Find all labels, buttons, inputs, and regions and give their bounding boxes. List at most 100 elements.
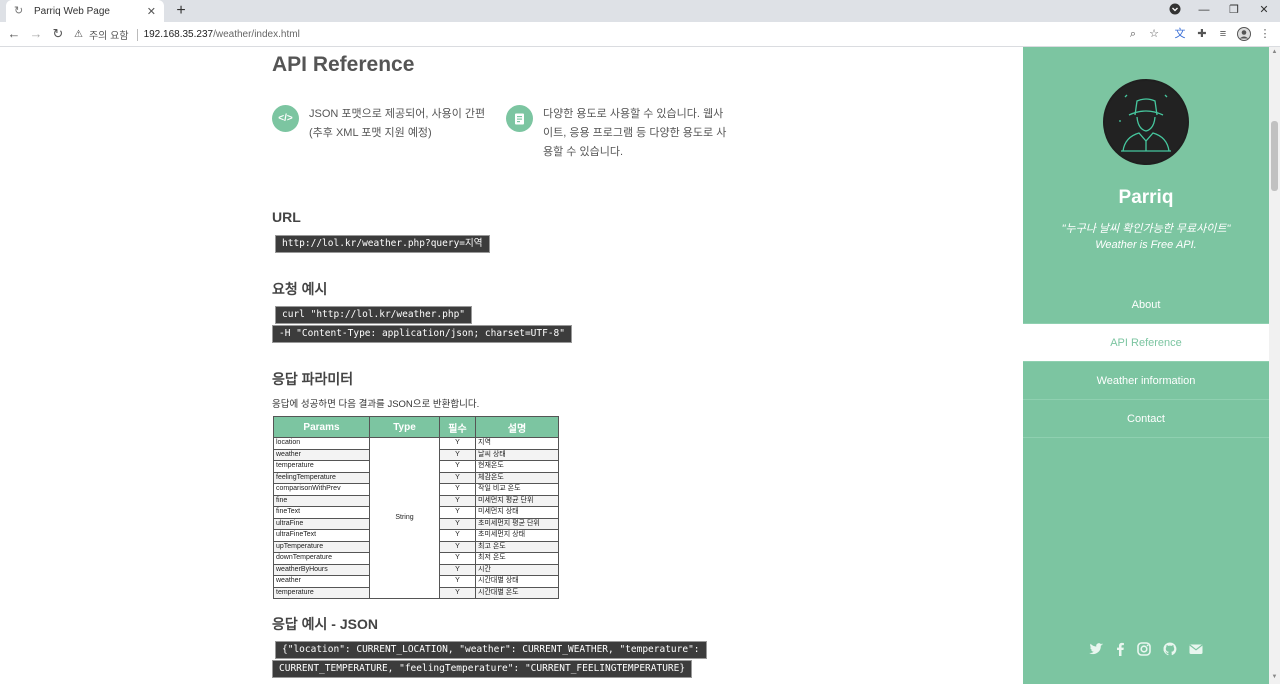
- address-toolbar: ← → ↻ ⚠ 주의 요함 192.168.35.237/weather/ind…: [0, 22, 1280, 47]
- browser-tab-bar: ↻ Parriq Web Page ✕ + — ❐ ✕: [0, 0, 1280, 22]
- minimize-icon[interactable]: —: [1197, 3, 1211, 17]
- param-description-cell: 작일 비교 온도: [475, 483, 559, 496]
- param-name-cell: ultraFine: [273, 517, 370, 530]
- param-required-cell: Y: [439, 575, 476, 588]
- param-name-cell: downTemperature: [273, 552, 370, 565]
- scroll-up-icon[interactable]: ▲: [1271, 49, 1278, 57]
- feature-usage-line1: 다양한 용도로 사용할 수 있습니다. 웹사: [543, 108, 724, 120]
- nav-contact[interactable]: Contact: [1023, 400, 1269, 438]
- param-name-cell: fineText: [273, 506, 370, 519]
- code-icon: </>: [272, 105, 299, 132]
- feature-json-line2: (추후 XML 포맷 지원 예정): [309, 127, 432, 139]
- scrollbar-thumb[interactable]: [1271, 121, 1278, 191]
- param-required-cell: Y: [439, 460, 476, 473]
- zoom-icon[interactable]: ⌕: [1126, 27, 1140, 41]
- browser-menu-icon[interactable]: ⋮: [1258, 27, 1272, 41]
- warning-triangle-icon[interactable]: ⚠: [74, 29, 83, 40]
- page-favicon-icon: ↻: [14, 5, 24, 17]
- params-table: Params Type 필수 설명 location String Y 지역 weath…: [273, 416, 559, 599]
- param-description-cell: 날씨 상태: [475, 448, 559, 461]
- param-required-cell: Y: [439, 552, 476, 565]
- url-bar[interactable]: ⚠ 주의 요함 192.168.35.237/weather/index.htm…: [74, 24, 1164, 45]
- bookmark-star-icon[interactable]: ☆: [1147, 27, 1161, 41]
- facebook-icon[interactable]: [1112, 641, 1128, 657]
- param-name-cell: upTemperature: [273, 540, 370, 553]
- param-description-cell: 최고 온도: [475, 540, 559, 553]
- extensions-puzzle-icon[interactable]: ✚: [1195, 27, 1209, 41]
- restore-icon[interactable]: ❐: [1227, 3, 1241, 17]
- param-name-cell: weather: [273, 575, 370, 588]
- feature-json-line1: JSON 포맷으로 제공되어, 사용이 간편: [309, 108, 486, 120]
- header-required: 필수: [439, 416, 476, 438]
- new-tab-button[interactable]: +: [172, 2, 190, 20]
- header-params: Params: [273, 416, 370, 438]
- param-required-cell: Y: [439, 529, 476, 542]
- profile-avatar: [1103, 79, 1189, 165]
- table-header-row: Params Type 필수 설명: [273, 416, 559, 438]
- param-name-cell: weather: [273, 448, 370, 461]
- envelope-icon[interactable]: [1188, 641, 1204, 657]
- param-description-cell: 최저 온도: [475, 552, 559, 565]
- tab-close-icon[interactable]: ✕: [147, 5, 156, 18]
- feature-usage-line3: 용할 수 있습니다.: [543, 146, 624, 158]
- reload-icon[interactable]: ↻: [50, 26, 66, 42]
- feature-json: </> JSON 포맷으로 제공되어, 사용이 간편 (추후 XML 포맷 지원…: [272, 105, 502, 143]
- feature-json-text: JSON 포맷으로 제공되어, 사용이 간편 (추후 XML 포맷 지원 예정): [309, 105, 485, 143]
- param-type-cell: String: [369, 437, 440, 599]
- param-required-cell: Y: [439, 506, 476, 519]
- url-code: http://lol.kr/weather.php?query=지역: [275, 235, 490, 253]
- request-code-line2: -H "Content-Type: application/json; char…: [272, 325, 572, 343]
- reading-list-icon[interactable]: ≡: [1216, 27, 1230, 41]
- param-description-cell: 미세먼지 평균 단위: [475, 494, 559, 507]
- nav-api-reference[interactable]: API Reference: [1023, 324, 1269, 362]
- header-type: Type: [369, 416, 440, 438]
- profile-avatar-icon[interactable]: [1237, 27, 1251, 41]
- twitter-icon[interactable]: [1088, 641, 1104, 657]
- scroll-down-icon[interactable]: ▼: [1271, 674, 1278, 682]
- param-required-cell: Y: [439, 437, 476, 450]
- browser-tab[interactable]: ↻ Parriq Web Page ✕: [6, 0, 164, 22]
- tagline-korean: "누구나 날씨 확인가능한 무료사이트": [1061, 223, 1231, 235]
- param-description-cell: 초미세먼지 상태: [475, 529, 559, 542]
- response-json-heading: 응답 예시 - JSON: [272, 616, 378, 632]
- param-description-cell: 시간대별 상태: [475, 575, 559, 588]
- document-icon: [506, 105, 533, 132]
- response-code-line1: {"location": CURRENT_LOCATION, "weather"…: [275, 641, 707, 659]
- tab-title: Parriq Web Page: [34, 5, 110, 17]
- request-code-line1: curl "http://lol.kr/weather.php": [275, 306, 473, 324]
- response-code-line2: CURRENT_TEMPERATURE, "feelingTemperature…: [272, 660, 693, 678]
- param-description-cell: 현재온도: [475, 460, 559, 473]
- feature-usage-line2: 이트, 응용 프로그램 등 다양한 용도로 사: [543, 127, 727, 139]
- param-description-cell: 초미세먼지 평균 단위: [475, 517, 559, 530]
- param-name-cell: location: [273, 437, 370, 450]
- param-name-cell: fine: [273, 494, 370, 507]
- instagram-icon[interactable]: [1136, 641, 1152, 657]
- response-params-heading: 응답 파라미터: [272, 371, 354, 387]
- param-name-cell: feelingTemperature: [273, 471, 370, 484]
- forward-arrow-icon[interactable]: →: [28, 26, 44, 42]
- url-path: /weather/index.html: [213, 29, 300, 40]
- param-required-cell: Y: [439, 483, 476, 496]
- nav-weather-information[interactable]: Weather information: [1023, 362, 1269, 400]
- github-icon[interactable]: [1162, 641, 1178, 657]
- close-window-icon[interactable]: ✕: [1257, 3, 1271, 17]
- header-description: 설명: [475, 416, 559, 438]
- url-divider: [136, 28, 138, 41]
- back-arrow-icon[interactable]: ←: [6, 26, 22, 42]
- param-description-cell: 시간대별 온도: [475, 586, 559, 599]
- params-table-body: location String Y 지역 weather Y 날씨 상태 temperatur…: [273, 437, 559, 599]
- response-params-desc: 응답에 성공하면 다음 결과를 JSON으로 반환합니다.: [272, 399, 480, 410]
- table-row: location String Y 지역: [273, 437, 559, 599]
- translate-icon[interactable]: 文: [1173, 27, 1187, 41]
- page-scrollbar[interactable]: ▲ ▼: [1269, 47, 1280, 684]
- param-required-cell: Y: [439, 517, 476, 530]
- nav-about[interactable]: About: [1023, 286, 1269, 324]
- param-description-cell: 시간: [475, 563, 559, 576]
- param-name-cell: comparisonWithPrev: [273, 483, 370, 496]
- param-required-cell: Y: [439, 471, 476, 484]
- tab-search-icon[interactable]: [1168, 3, 1182, 17]
- param-name-cell: temperature: [273, 460, 370, 473]
- param-required-cell: Y: [439, 586, 476, 599]
- url-host: 192.168.35.237: [143, 29, 214, 40]
- param-name-cell: ultraFineText: [273, 529, 370, 542]
